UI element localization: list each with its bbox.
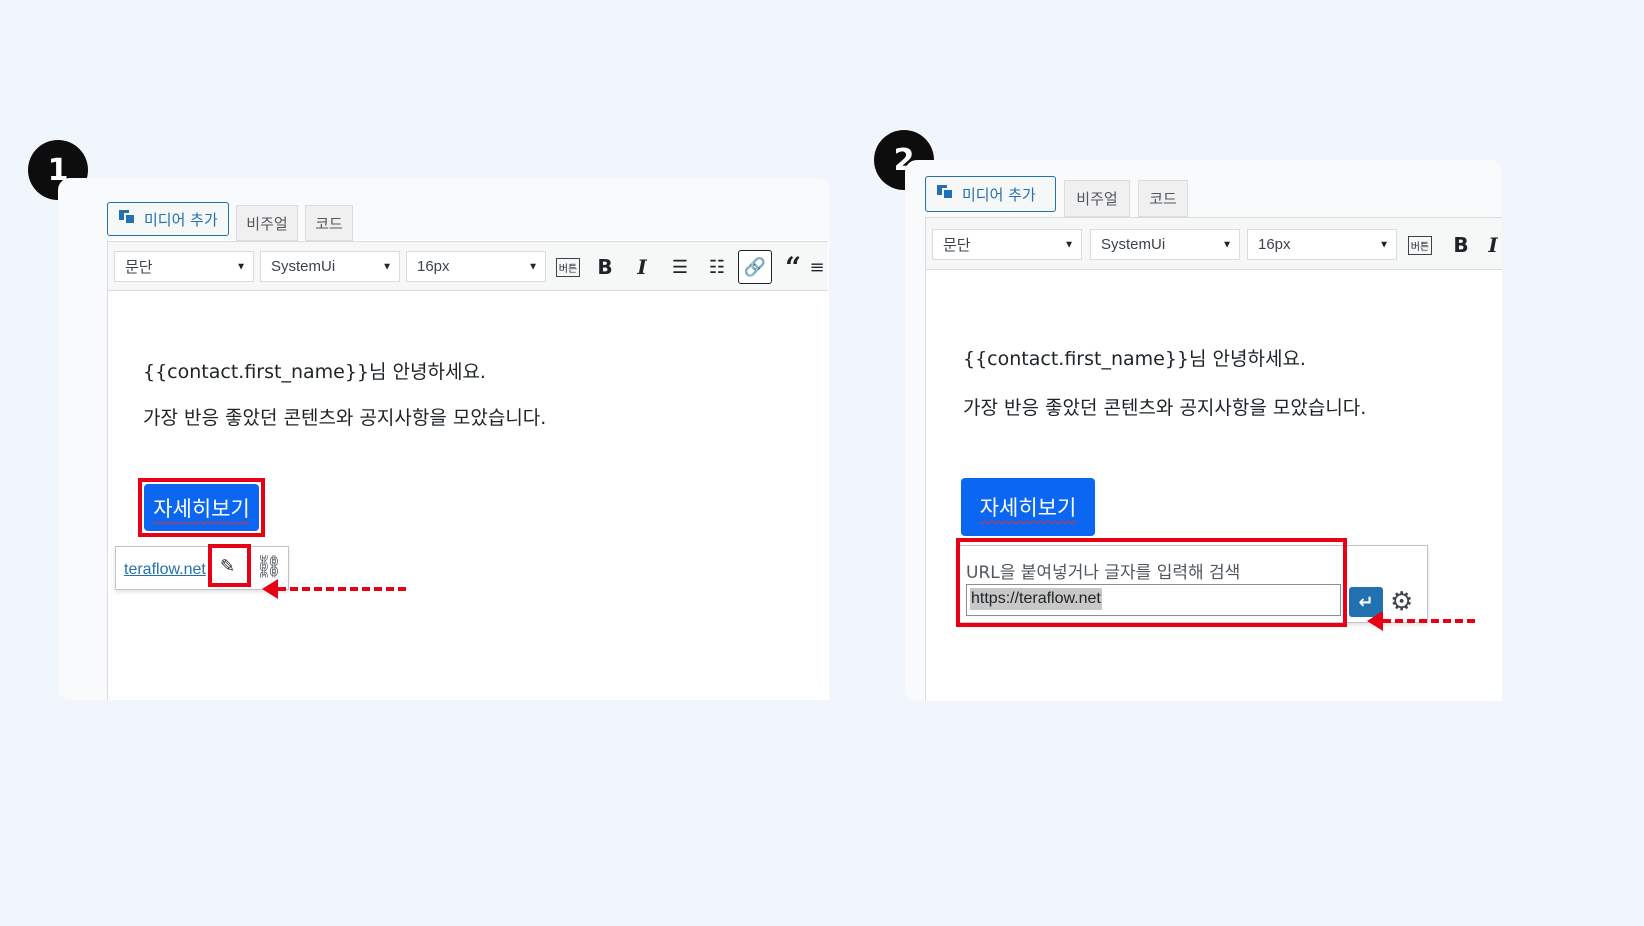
arrow-line-2 xyxy=(1383,619,1475,623)
gear-icon[interactable]: ⚙ xyxy=(1390,587,1413,617)
link-icon[interactable]: 🔗 xyxy=(738,250,772,284)
italic-icon-2[interactable]: I xyxy=(1484,228,1502,262)
arrow-head-2 xyxy=(1367,611,1383,631)
cta-button[interactable]: 자세히보기 xyxy=(144,484,259,531)
tab-code-2[interactable]: 코드 xyxy=(1138,180,1188,217)
format-select-2[interactable]: 문단 ▼ xyxy=(932,229,1082,260)
arrow-head-1 xyxy=(262,579,278,599)
editor-toolbar-2: 문단 ▼ SystemUi ▼ 16px ▼ 버튼 B I xyxy=(926,217,1502,270)
bullet-list-icon[interactable]: ☰ xyxy=(663,250,697,284)
intro-text-2: 가장 반응 좋았던 콘텐츠와 공지사항을 모았습니다. xyxy=(963,397,1367,419)
numbered-list-icon[interactable]: ☷ xyxy=(700,250,734,284)
align-icon[interactable]: ≡ xyxy=(808,250,826,284)
greeting-text: {{contact.first_name}}님 안녕하세요. xyxy=(143,361,486,383)
font-select-2[interactable]: SystemUi ▼ xyxy=(1090,229,1240,260)
size-select-2[interactable]: 16px ▼ xyxy=(1247,229,1397,260)
intro-text: 가장 반응 좋았던 콘텐츠와 공지사항을 모았습니다. xyxy=(143,407,547,429)
add-media-button[interactable]: 미디어 추가 xyxy=(107,202,229,236)
cta-button-2[interactable]: 자세히보기 xyxy=(961,478,1095,536)
greeting-text-2: {{contact.first_name}}님 안녕하세요. xyxy=(963,348,1306,370)
blockquote-icon[interactable]: “ xyxy=(776,250,810,284)
pencil-icon[interactable]: ✎ xyxy=(220,556,235,577)
format-select[interactable]: 문단 ▼ xyxy=(114,251,254,282)
tab-visual[interactable]: 비주얼 xyxy=(236,205,298,241)
url-field-highlight xyxy=(956,538,1347,627)
button-icon[interactable]: 버튼 xyxy=(551,250,585,284)
button-icon-2[interactable]: 버튼 xyxy=(1403,228,1437,262)
tab-visual-2[interactable]: 비주얼 xyxy=(1064,180,1130,217)
link-url[interactable]: teraflow.net xyxy=(124,561,206,579)
media-icon xyxy=(118,208,136,230)
media-icon xyxy=(936,183,954,205)
font-select[interactable]: SystemUi ▼ xyxy=(260,251,400,282)
size-select[interactable]: 16px ▼ xyxy=(406,251,546,282)
editor-toolbar: 문단 ▼ SystemUi ▼ 16px ▼ 버튼 B I ☰ ☷ 🔗 “ ≡ xyxy=(108,241,828,291)
bold-icon-2[interactable]: B xyxy=(1444,228,1478,262)
add-media-button-2[interactable]: 미디어 추가 xyxy=(925,176,1056,212)
italic-icon[interactable]: I xyxy=(625,250,659,284)
unlink-icon[interactable]: ⛓ xyxy=(255,555,283,580)
arrow-line-1 xyxy=(278,587,406,591)
tab-code[interactable]: 코드 xyxy=(305,205,353,241)
bold-icon[interactable]: B xyxy=(588,250,622,284)
